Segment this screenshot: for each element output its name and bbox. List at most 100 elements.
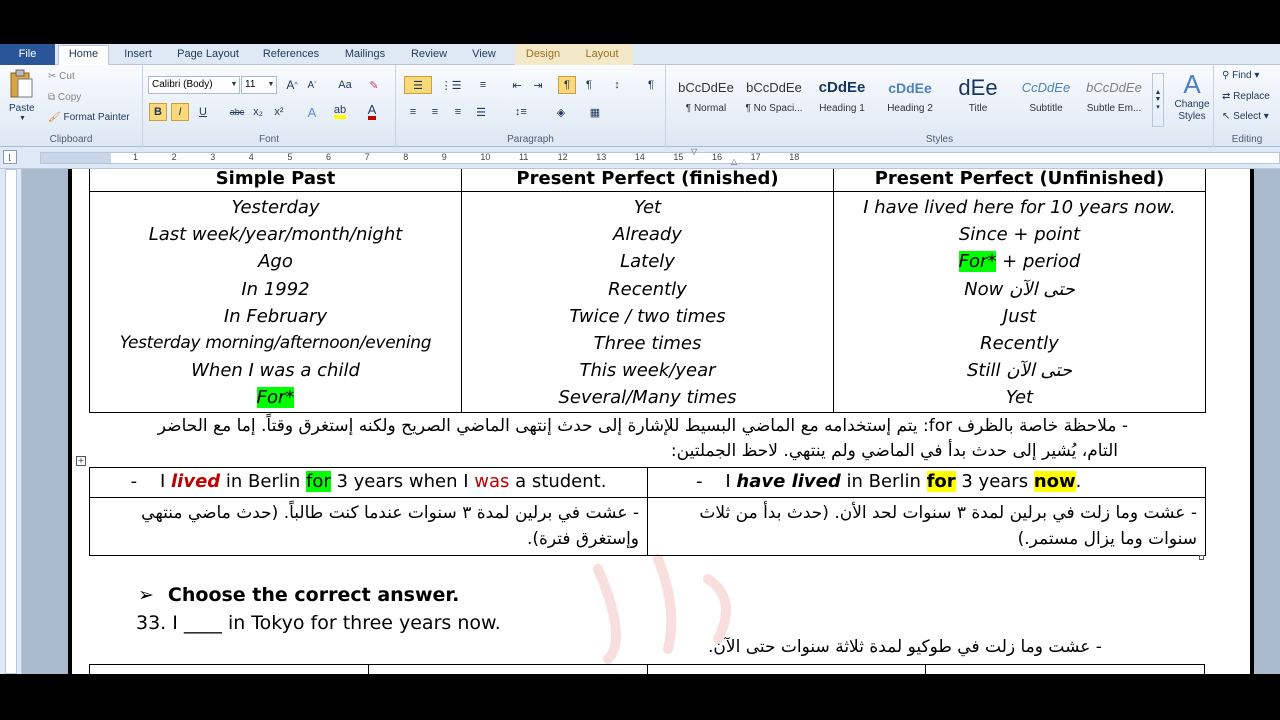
italic-icon: I (178, 106, 182, 118)
indent-marker-icon[interactable]: △ (731, 157, 737, 166)
style-name: Subtitle (1029, 103, 1063, 114)
subscript-button[interactable]: x₂ (249, 103, 267, 121)
tab-file[interactable]: File (0, 44, 55, 65)
font-size-combo[interactable]: 11 ▼ (241, 76, 277, 94)
tab-view[interactable]: View (461, 46, 507, 65)
align-center-button[interactable]: ≡ (426, 103, 444, 121)
tab-review[interactable]: Review (401, 46, 457, 65)
font-name-combo[interactable]: Calibri (Body) ▼ (148, 76, 240, 94)
strikethrough-button[interactable]: abc (227, 103, 247, 121)
cut-button[interactable]: ✂ Cut (48, 71, 75, 82)
example-present-perfect-ar[interactable]: - عشت وما زلت في برلين لمدة ٣ سنوات لحد … (647, 497, 1206, 556)
style-heading-1[interactable]: cDdEe Heading 1 (808, 73, 876, 125)
example-simple-past-en[interactable]: - I lived in Berlin for 3 years when I w… (89, 467, 648, 498)
change-styles-button[interactable]: A Change Styles (1170, 69, 1214, 123)
change-case-button[interactable]: Aa (333, 76, 357, 94)
align-left-button[interactable]: ≡ (404, 103, 422, 121)
document-page[interactable]: Simple Past Present Perfect (finished) P… (68, 169, 1254, 674)
style-sample: cDdEe (818, 79, 866, 96)
decrease-indent-button[interactable]: ⇤ (508, 76, 526, 94)
style-no-spacing[interactable]: bCcDdEe ¶ No Spaci... (740, 73, 808, 125)
text-effects-button[interactable]: A (303, 103, 321, 121)
rtl-button[interactable]: ¶ (580, 76, 598, 94)
answer-cell[interactable] (925, 664, 1205, 674)
text: in Berlin (840, 471, 927, 492)
answer-cell[interactable] (646, 664, 927, 674)
ruler-number: 6 (326, 152, 332, 162)
style-title[interactable]: dEe Title (944, 73, 1012, 125)
document-area[interactable]: Simple Past Present Perfect (finished) P… (22, 169, 1280, 674)
tab-insert[interactable]: Insert (113, 46, 163, 65)
show-formatting-button[interactable]: ¶ (642, 76, 660, 94)
ltr-button[interactable]: ¶ (558, 76, 576, 94)
copy-button[interactable]: ⧉ Copy (48, 92, 81, 103)
text: I (159, 471, 171, 492)
borders-button[interactable]: ▦ (582, 103, 608, 121)
line-spacing-button[interactable]: ↕≡ (508, 103, 534, 121)
brush-icon: 🖌 (48, 112, 61, 123)
justify-button[interactable]: ☰ (472, 103, 490, 121)
multilevel-list-button[interactable]: ≡ (470, 76, 496, 94)
editing-group-label: Editing (1231, 134, 1263, 145)
vertical-ruler-bar[interactable] (5, 169, 17, 674)
shrink-font-button[interactable]: Aˇ (303, 76, 321, 94)
ruler-bar[interactable]: 1 2 3 4 5 6 7 8 9 10 11 12 13 14 15 16 17 18 ▽ △ (40, 147, 1280, 166)
text: a student. (509, 471, 607, 492)
change-case-icon: Aa (338, 79, 352, 91)
underline-icon: U (199, 106, 207, 118)
table-line: When I was a child (191, 360, 360, 382)
answers-table (89, 664, 1205, 674)
example-present-perfect-en[interactable]: - I have lived in Berlin for 3 years now… (647, 467, 1206, 498)
replace-button[interactable]: ⇄ Replace (1222, 91, 1270, 102)
table-resize-handle[interactable] (1199, 555, 1204, 560)
paste-dropdown-icon[interactable]: ▼ (19, 115, 26, 122)
font-color-button[interactable]: A (363, 103, 381, 121)
italic-button[interactable]: I (171, 103, 189, 121)
tab-mailings[interactable]: Mailings (334, 46, 396, 65)
tab-selector-button[interactable]: ⌊ (3, 150, 17, 164)
indent-marker-icon[interactable]: ▽ (691, 147, 697, 156)
align-right-button[interactable]: ≡ (449, 103, 467, 121)
style-subtle-emphasis[interactable]: bCcDdEe Subtle Em... (1080, 73, 1148, 125)
paste-button[interactable]: Paste ▼ (8, 69, 38, 122)
tab-home[interactable]: Home (58, 45, 109, 66)
present-perfect-unfinished-cell[interactable]: I have lived here for 10 years now. Sinc… (833, 191, 1206, 413)
bullets-button[interactable]: ☰ (404, 76, 432, 94)
numbering-button[interactable]: ⋮☰ (438, 76, 464, 94)
highlight-button[interactable]: ab (331, 103, 349, 121)
ruler-number: 18 (789, 152, 800, 162)
tab-page-layout[interactable]: Page Layout (168, 46, 248, 65)
change-styles-icon: A (1183, 69, 1201, 99)
styles-scroll[interactable]: ▲ ▼ ▾ (1152, 73, 1164, 127)
sort-button[interactable]: ↕ (608, 76, 626, 94)
tab-design[interactable]: Design (515, 46, 571, 65)
simple-past-cell[interactable]: Yesterday Last week/year/month/night Ago… (89, 191, 462, 413)
style-normal[interactable]: bCcDdEe ¶ Normal (672, 73, 740, 125)
ruler-number: 16 (712, 152, 723, 162)
present-perfect-finished-cell[interactable]: Yet Already Lately Recently Twice / two … (461, 191, 834, 413)
grow-font-button[interactable]: A ^ (283, 76, 301, 94)
style-subtitle[interactable]: CcDdEe Subtitle (1012, 73, 1080, 125)
answer-cell[interactable] (367, 664, 648, 674)
underline-button[interactable]: U (194, 103, 212, 121)
select-button[interactable]: ↖ Select ▾ (1222, 111, 1269, 122)
example-simple-past-ar[interactable]: - عشت في برلين لمدة ٣ سنوات عندما كنت طا… (89, 497, 648, 556)
decrease-indent-icon: ⇤ (512, 79, 522, 92)
tab-layout[interactable]: Layout (576, 46, 628, 65)
increase-indent-button[interactable]: ⇥ (529, 76, 547, 94)
bold-button[interactable]: B (149, 103, 167, 121)
clear-formatting-button[interactable]: ✎ (365, 76, 383, 94)
superscript-button[interactable]: x² (270, 103, 288, 121)
style-heading-2[interactable]: cDdEe Heading 2 (876, 73, 944, 125)
answer-cell[interactable] (89, 664, 369, 674)
table-move-handle-icon[interactable]: + (76, 456, 86, 466)
format-painter-button[interactable]: 🖌 Format Painter (48, 112, 130, 123)
clear-formatting-icon: ✎ (369, 79, 379, 92)
tab-references[interactable]: References (253, 46, 329, 65)
strikethrough-icon: abc (229, 107, 245, 117)
ruler-margin-left (41, 153, 111, 163)
change-styles-label: Change Styles (1174, 99, 1210, 122)
shading-button[interactable]: ◈ (548, 103, 574, 121)
find-button[interactable]: ⚲ Find ▾ (1222, 70, 1259, 81)
table-line: This week/year (579, 360, 716, 382)
